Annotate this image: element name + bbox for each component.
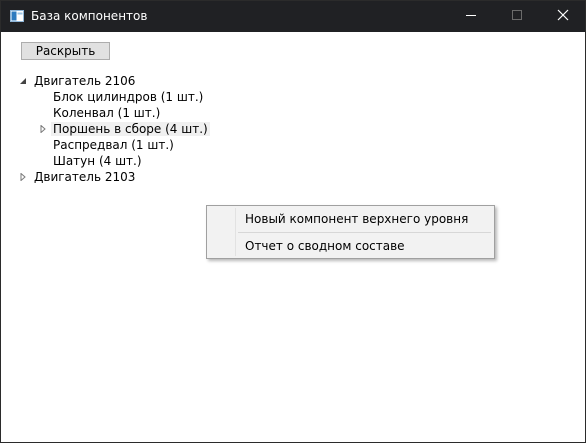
tree-node-engine-2103[interactable]: Двигатель 2103 (32, 169, 137, 185)
expand-arrow-icon[interactable] (18, 169, 28, 185)
expand-button[interactable]: Раскрыть (21, 42, 110, 60)
menu-separator (238, 232, 491, 233)
tree-node-label: Распредвал (1 шт.) (53, 138, 174, 152)
tree-node-camshaft[interactable]: Распредвал (1 шт.) (51, 137, 176, 153)
tree-node-piston-assembly[interactable]: Поршень в сборе (4 шт.) (51, 121, 210, 137)
maximize-button[interactable] (494, 1, 540, 32)
menu-icon-gutter (235, 208, 236, 256)
tree-node-crankshaft[interactable]: Коленвал (1 шт.) (51, 105, 162, 121)
minimize-button[interactable] (448, 1, 494, 32)
tree-node-label: Поршень в сборе (4 шт.) (51, 122, 210, 136)
window-title: База компонентов (31, 9, 148, 23)
tree-node-label: Коленвал (1 шт.) (53, 106, 161, 120)
tree-node-label: Шатун (4 шт.) (53, 154, 142, 168)
tree-node-label: Двигатель 2103 (34, 170, 136, 184)
collapse-arrow-icon[interactable] (18, 73, 28, 89)
maximize-icon (511, 9, 523, 24)
menu-item-new-top-level-component[interactable]: Новый компонент верхнего уровня (245, 208, 468, 230)
close-button[interactable] (540, 1, 586, 32)
tree-node-connecting-rod[interactable]: Шатун (4 шт.) (51, 153, 144, 169)
app-window: База компонентов Раскрыть Двигатель 2106 (0, 0, 586, 443)
window-app-icon (10, 10, 24, 22)
expand-arrow-icon[interactable] (38, 121, 48, 137)
tree-node-label: Блок цилиндров (1 шт.) (53, 90, 204, 104)
title-bar[interactable]: База компонентов (1, 1, 585, 32)
tree-node-cylinder-block[interactable]: Блок цилиндров (1 шт.) (51, 89, 205, 105)
close-icon (557, 9, 569, 24)
context-menu: Новый компонент верхнего уровня Отчет о … (206, 205, 495, 259)
menu-item-summary-report[interactable]: Отчет о сводном составе (245, 235, 405, 257)
minimize-icon (465, 9, 477, 24)
tree-node-label: Двигатель 2106 (34, 74, 136, 88)
tree-node-engine-2106[interactable]: Двигатель 2106 (32, 73, 137, 89)
